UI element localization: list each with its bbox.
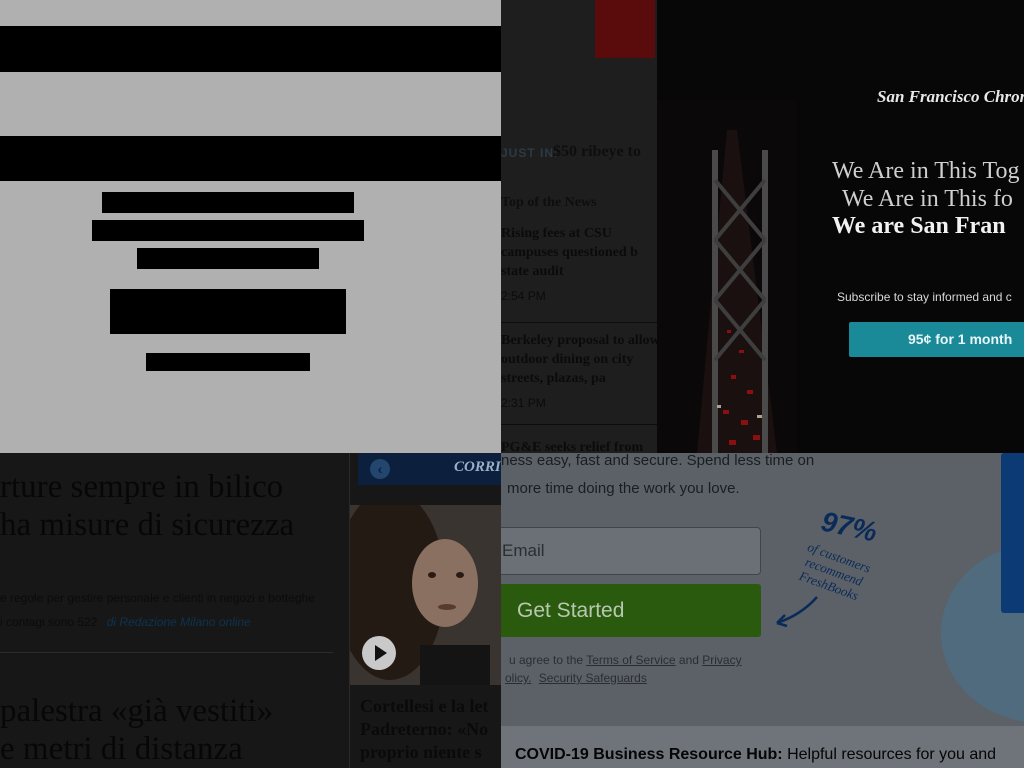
intro-text: ness easy, fast and secure. Spend less t… <box>501 453 815 469</box>
modal-headline-line: We are San Fran <box>832 213 1006 239</box>
corriere-logo[interactable]: CORRI <box>454 459 501 476</box>
story-headline[interactable]: Rising fees at CSU campuses questioned b… <box>501 224 661 281</box>
legal-text: olicy. Security Safeguards <box>505 671 647 685</box>
headline-line[interactable]: palestra «già vestiti» <box>0 693 273 730</box>
covid-banner-text[interactable]: COVID-19 Business Resource Hub: Helpful … <box>515 746 996 764</box>
side-story-line[interactable]: proprio niente s <box>360 742 482 763</box>
headline-line[interactable]: rture sempre in bilico <box>0 469 283 506</box>
section-title: Top of the News <box>501 195 597 210</box>
story-time: 2:31 PM <box>501 396 546 410</box>
side-story-line[interactable]: Padreterno: «No <box>360 719 488 740</box>
bay-bridge-image <box>657 100 797 453</box>
legal-prefix: u agree to the <box>509 653 584 667</box>
side-story-line[interactable]: Cortellesi e la let <box>360 696 488 717</box>
redacted-block <box>0 26 501 72</box>
divider <box>501 424 661 425</box>
divider <box>0 652 333 653</box>
corriere-page: rture sempre in bilico ha misure di sicu… <box>0 453 501 768</box>
redacted-block <box>137 248 319 269</box>
corriere-nav-bar: ‹ CORRI <box>358 453 501 485</box>
safeguards-link[interactable]: Security Safeguards <box>539 671 647 685</box>
headline-line[interactable]: ha misure di sicurezza <box>0 507 294 544</box>
story-time: 2:54 PM <box>501 289 546 303</box>
story-item[interactable]: PG&E seeks relief from <box>501 438 661 453</box>
video-thumbnail[interactable] <box>350 505 501 685</box>
redacted-button[interactable] <box>110 289 346 334</box>
divider <box>501 322 661 323</box>
badge-percent: 97% <box>818 505 880 548</box>
privacy-link[interactable]: Privacy <box>702 653 741 667</box>
freshbooks-page: ness easy, fast and secure. Spend less t… <box>501 453 1024 768</box>
redacted-page <box>0 0 501 453</box>
sfchronicle-page: JUST IN: $50 ribeye to Top of the News R… <box>501 0 1024 453</box>
headline-line[interactable]: e metri di distanza <box>0 731 243 768</box>
legal-and: and <box>678 653 699 667</box>
get-started-button[interactable]: Get Started <box>501 584 761 637</box>
subscribe-text: Subscribe to stay informed and c <box>837 290 1012 304</box>
summary-text: e regole per gestire personale e clienti… <box>0 591 315 605</box>
terms-link[interactable]: Terms of Service <box>586 653 675 667</box>
email-field[interactable]: Email <box>501 527 761 575</box>
just-in-link[interactable]: $50 ribeye to <box>553 143 641 161</box>
modal-headline-line: We Are in This Tog <box>832 158 1020 184</box>
subscription-modal: San Francisco Chronicle We Are in This T… <box>657 0 1024 453</box>
story-item[interactable]: Berkeley proposal to allow outdoor dinin… <box>501 331 661 410</box>
modal-headline-line: We Are in This fo <box>842 186 1013 212</box>
intro-text: more time doing the work you love. <box>507 480 740 497</box>
play-icon[interactable] <box>362 636 396 670</box>
policy-link[interactable]: olicy. <box>505 671 531 685</box>
arrow-icon <box>776 596 818 628</box>
byline-link[interactable]: di Redazione Milano online <box>107 615 251 629</box>
story-headline[interactable]: Berkeley proposal to allow outdoor dinin… <box>501 331 661 388</box>
redacted-link[interactable] <box>146 353 310 371</box>
app-preview-image <box>1001 453 1024 613</box>
summary-text: i contagi sono 522 di Redazione Milano o… <box>0 615 251 629</box>
redacted-block <box>0 136 501 181</box>
just-in-label: JUST IN: <box>501 146 560 160</box>
covid-label[interactable]: COVID-19 Business Resource Hub: <box>515 746 783 763</box>
offer-button[interactable]: 95¢ for 1 month <box>849 322 1024 357</box>
redacted-block <box>102 192 354 213</box>
sfchronicle-logo: San Francisco Chronicle <box>877 87 1024 106</box>
back-arrow-icon[interactable]: ‹ <box>370 459 390 479</box>
legal-text: u agree to the Terms of Service and Priv… <box>509 653 742 667</box>
contagi-text: i contagi sono 522 <box>0 615 98 629</box>
redacted-block <box>92 220 364 241</box>
covid-text: Helpful resources for you and <box>787 746 997 763</box>
story-headline[interactable]: PG&E seeks relief from <box>501 438 661 453</box>
news-logo <box>595 0 655 58</box>
story-item[interactable]: Rising fees at CSU campuses questioned b… <box>501 224 661 303</box>
